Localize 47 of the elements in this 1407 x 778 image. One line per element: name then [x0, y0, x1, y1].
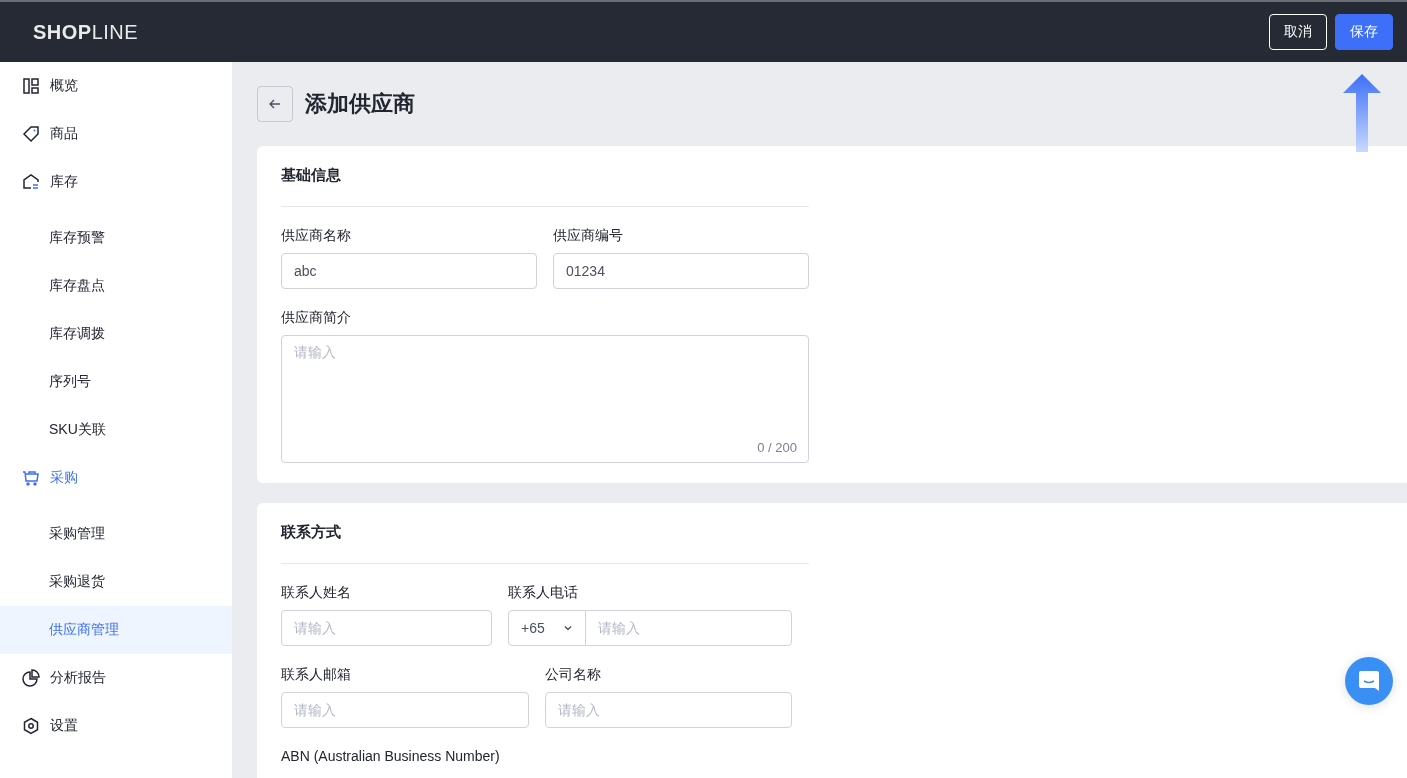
field-label: ABN (Australian Business Number): [281, 748, 501, 764]
save-button[interactable]: 保存: [1335, 14, 1393, 50]
text-field[interactable]: 请输入: [544, 692, 792, 728]
dashboard-icon: [22, 77, 40, 95]
text-field[interactable]: 请输入: [281, 692, 529, 728]
text-field[interactable]: abc: [281, 253, 537, 289]
house-icon: [22, 173, 40, 191]
basket-icon: [22, 469, 40, 487]
sidebar-item[interactable]: 采购: [0, 454, 232, 502]
sidebar-subitem[interactable]: 供应商管理: [0, 606, 232, 654]
character-counter: 0 / 200: [757, 440, 797, 455]
sidebar-subitem[interactable]: 库存盘点: [0, 262, 232, 310]
sidebar-subitem[interactable]: 采购退货: [0, 558, 232, 606]
sidebar-item[interactable]: 商品: [0, 110, 232, 158]
field-label: 公司名称: [544, 666, 602, 684]
section-title: 联系方式: [281, 523, 342, 542]
text-field[interactable]: 请输入: [281, 610, 492, 646]
page-title: 添加供应商: [305, 90, 415, 118]
cancel-button[interactable]: 取消: [1269, 14, 1327, 50]
sidebar-item[interactable]: 分析报告: [0, 654, 232, 702]
field-label: 供应商简介: [281, 309, 352, 327]
sidebar-item[interactable]: 概览: [0, 62, 232, 110]
arrow-left-icon: [268, 97, 282, 111]
field-label: 联系人邮箱: [281, 666, 352, 684]
logo: SHOPLINE: [33, 20, 139, 44]
arrow-up-icon: [1343, 74, 1381, 152]
settings-icon: [22, 717, 40, 735]
sidebar-subitem[interactable]: SKU关联: [0, 406, 232, 454]
sidebar-item[interactable]: 设置: [0, 702, 232, 750]
section-title: 基础信息: [281, 166, 342, 185]
chevron-down-icon: [563, 623, 573, 633]
field-label: 联系人姓名: [281, 584, 352, 602]
country-code-select[interactable]: +65: [509, 611, 586, 645]
sidebar-subitem[interactable]: 库存预警: [0, 214, 232, 262]
text-field[interactable]: 01234: [553, 253, 809, 289]
sidebar-subitem[interactable]: 采购管理: [0, 510, 232, 558]
field-label: 供应商名称: [281, 227, 352, 245]
back-button[interactable]: [257, 86, 293, 122]
chat-icon: [1357, 669, 1381, 693]
field-label: 供应商编号: [553, 227, 624, 245]
pie-chart-icon: [22, 669, 40, 687]
phone-field[interactable]: +65 请输入: [508, 610, 792, 646]
sidebar-subitem[interactable]: 库存调拨: [0, 310, 232, 358]
sidebar-subitem[interactable]: 序列号: [0, 358, 232, 406]
tag-icon: [22, 125, 40, 143]
sidebar-item[interactable]: 库存: [0, 158, 232, 206]
field-label: 联系人电话: [508, 584, 579, 602]
